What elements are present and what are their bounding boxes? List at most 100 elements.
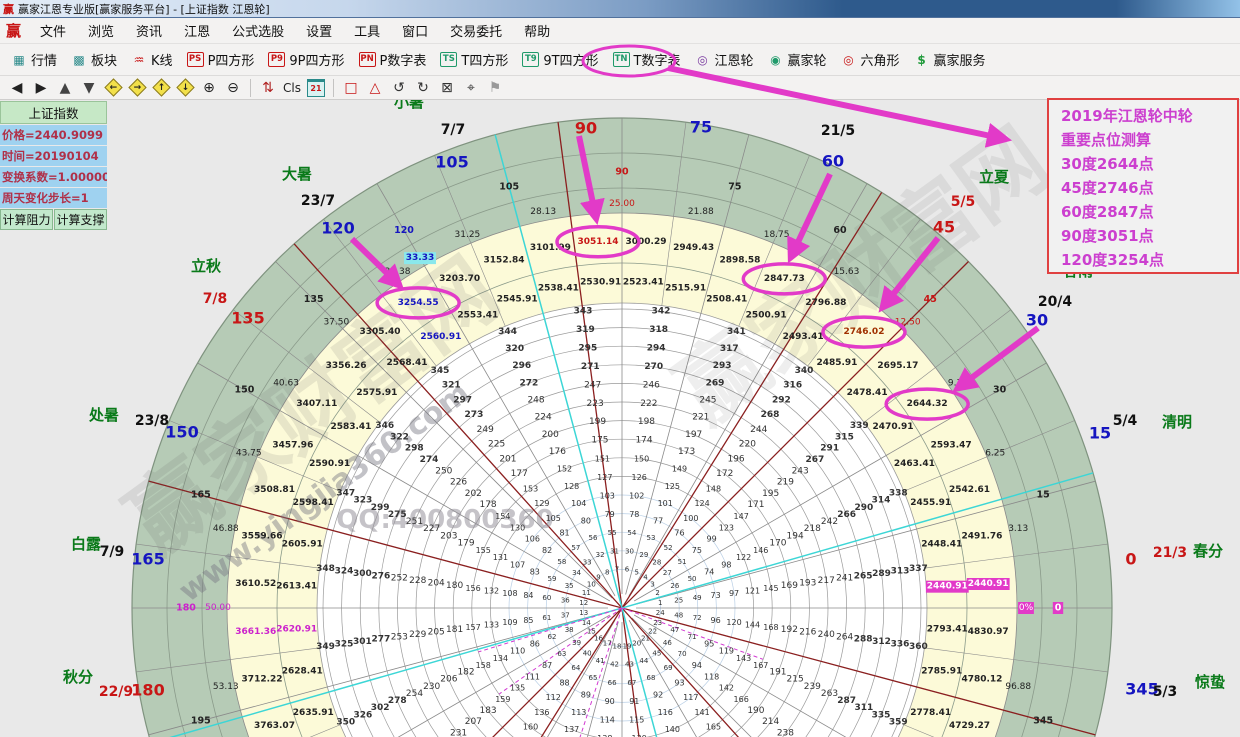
toolbar-button-T四方形[interactable]: TST四方形 (433, 47, 515, 72)
menu-item-2[interactable]: 资讯 (125, 19, 173, 42)
svg-text:4830.97: 4830.97 (968, 627, 1009, 637)
svg-text:172: 172 (716, 469, 733, 479)
toolbar-button-江恩轮[interactable]: ◎江恩轮 (688, 47, 761, 72)
svg-text:311: 311 (854, 703, 873, 713)
diamond-right-icon[interactable]: → (126, 78, 148, 98)
center-icon[interactable]: ⌖ (460, 78, 482, 98)
down-icon[interactable]: ▼ (78, 78, 100, 98)
svg-text:117: 117 (683, 693, 698, 702)
svg-text:295: 295 (578, 343, 597, 353)
toolbar-button-板块[interactable]: ▩板块 (64, 47, 124, 72)
svg-text:2598.41: 2598.41 (293, 498, 334, 508)
svg-text:150: 150 (165, 423, 198, 442)
svg-text:40.63: 40.63 (273, 379, 299, 389)
svg-text:130: 130 (510, 523, 525, 532)
svg-text:114: 114 (600, 716, 615, 725)
svg-text:3203.70: 3203.70 (439, 274, 480, 284)
svg-text:231: 231 (450, 728, 467, 737)
svg-text:84: 84 (523, 591, 533, 600)
tools-toolbar: ◀▶▲▼←→↑↓⊕⊖ ⇅Cls21 □△↺↻⊠⌖⚑ (0, 76, 1240, 100)
svg-text:180: 180 (131, 681, 164, 700)
svg-text:5: 5 (635, 568, 639, 576)
panel-button-1[interactable]: 计算支撑 (54, 209, 107, 230)
menu-item-0[interactable]: 文件 (29, 19, 77, 42)
menu-item-1[interactable]: 浏览 (77, 19, 125, 42)
toolbar-button-P数字表[interactable]: PNP数字表 (352, 47, 434, 72)
svg-text:107: 107 (510, 560, 525, 569)
svg-text:112: 112 (546, 693, 561, 702)
diamond-up-icon[interactable]: ↑ (150, 78, 172, 98)
svg-text:214: 214 (762, 717, 779, 727)
parameter-row-2: 变换系数=1.00000 (0, 167, 107, 187)
svg-text:3051.14: 3051.14 (577, 237, 618, 247)
board-icon[interactable]: ⚑ (484, 78, 506, 98)
diamond-down-icon[interactable]: ↓ (174, 78, 196, 98)
svg-text:268: 268 (761, 410, 780, 420)
svg-text:142: 142 (719, 684, 734, 693)
svg-text:71: 71 (688, 633, 697, 641)
menu-item-8[interactable]: 交易委托 (439, 19, 513, 42)
svg-text:45: 45 (924, 294, 937, 305)
toolbar-button-行情[interactable]: ▦行情 (4, 47, 64, 72)
panel-button-0[interactable]: 计算阻力 (0, 209, 53, 230)
svg-text:292: 292 (772, 395, 791, 405)
svg-text:94: 94 (692, 661, 702, 670)
toolbar-button-9T四方形[interactable]: T99T四方形 (515, 47, 605, 72)
svg-text:103: 103 (600, 491, 615, 500)
up-icon[interactable]: ▲ (54, 78, 76, 98)
menu-item-5[interactable]: 设置 (295, 19, 343, 42)
parameter-row-0: 价格=2440.9099 (0, 125, 107, 145)
rotate-ccw-icon[interactable]: ↺ (388, 78, 410, 98)
menu-item-4[interactable]: 公式选股 (221, 19, 295, 42)
svg-text:169: 169 (781, 581, 798, 591)
triangle-tool-icon[interactable]: △ (364, 78, 386, 98)
close-box-icon[interactable]: ⊠ (436, 78, 458, 98)
axis-updown-icon[interactable]: ⇅ (257, 78, 279, 98)
svg-text:36: 36 (561, 597, 570, 605)
svg-text:191: 191 (769, 668, 786, 678)
menu-item-7[interactable]: 窗口 (391, 19, 439, 42)
svg-text:174: 174 (635, 436, 652, 446)
menu-item-3[interactable]: 江恩 (173, 19, 221, 42)
rect-tool-icon[interactable]: □ (340, 78, 362, 98)
svg-text:65: 65 (589, 674, 598, 682)
svg-text:126: 126 (632, 473, 647, 482)
calendar-icon[interactable]: 21 (305, 78, 327, 98)
menu-item-9[interactable]: 帮助 (513, 19, 561, 42)
toolbar-button-P四方形[interactable]: PSP四方形 (180, 47, 262, 72)
toolbar-button-六角形[interactable]: ◎六角形 (834, 47, 907, 72)
zoom-in-icon[interactable]: ⊕ (198, 78, 220, 98)
svg-text:33: 33 (583, 559, 592, 567)
rotate-cw-icon[interactable]: ↻ (412, 78, 434, 98)
svg-text:25.00: 25.00 (609, 199, 635, 209)
cls-button[interactable]: Cls (281, 78, 303, 98)
svg-text:125: 125 (665, 482, 680, 491)
svg-text:78: 78 (629, 510, 639, 519)
svg-text:2545.91: 2545.91 (497, 294, 538, 304)
toolbar-button-T数字表[interactable]: TNT数字表 (606, 47, 688, 72)
toolbar-button-9P四方形[interactable]: P99P四方形 (261, 47, 351, 72)
toolbar-button-赢家服务[interactable]: $赢家服务 (907, 47, 993, 72)
svg-text:44: 44 (639, 657, 648, 665)
prev-icon[interactable]: ◀ (6, 78, 28, 98)
winner-wheel-icon: ◉ (768, 52, 784, 67)
svg-text:68: 68 (647, 674, 656, 682)
svg-text:6.25: 6.25 (985, 448, 1005, 458)
svg-text:立夏: 立夏 (979, 168, 1010, 186)
toolbar-button-K线[interactable]: ♒K线 (124, 47, 180, 72)
menu-item-6[interactable]: 工具 (343, 19, 391, 42)
toolbar-separator (250, 79, 251, 97)
svg-text:267: 267 (806, 455, 825, 465)
next-icon[interactable]: ▶ (30, 78, 52, 98)
toolbar-button-赢家轮[interactable]: ◉赢家轮 (761, 47, 834, 72)
parameter-row-3: 周天变化步长=1 (0, 188, 107, 208)
zoom-out-icon[interactable]: ⊖ (222, 78, 244, 98)
menu-bar: 赢 文件浏览资讯江恩公式选股设置工具窗口交易委托帮助 (0, 18, 1240, 44)
svg-text:154: 154 (495, 512, 510, 521)
svg-text:350: 350 (336, 717, 355, 727)
svg-text:98: 98 (721, 560, 731, 569)
svg-text:243: 243 (792, 466, 809, 476)
dollar-icon: $ (914, 52, 930, 67)
svg-text:359: 359 (889, 717, 908, 727)
diamond-left-icon[interactable]: ← (102, 78, 124, 98)
